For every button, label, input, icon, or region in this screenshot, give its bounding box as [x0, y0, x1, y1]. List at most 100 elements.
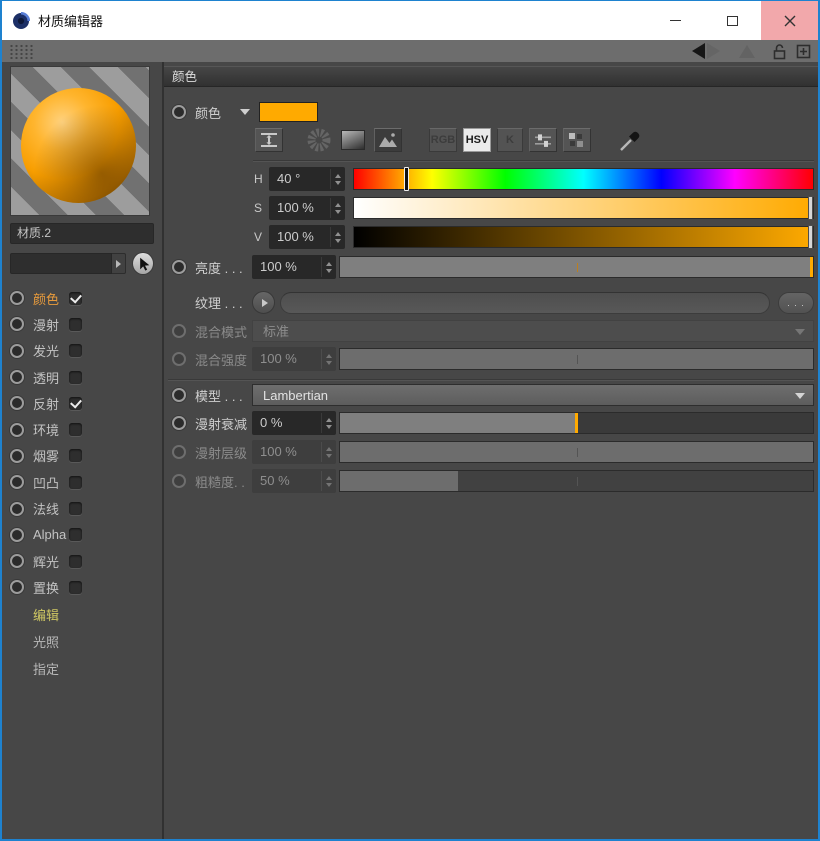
- mix-mode-dropdown[interactable]: 标准: [252, 320, 814, 342]
- color-wheel-button[interactable]: [307, 128, 331, 152]
- sidebar-channel-reflectance[interactable]: 反射: [2, 390, 162, 416]
- swatches-mode-button[interactable]: [563, 128, 591, 152]
- pick-material-button[interactable]: [132, 252, 154, 275]
- spinner-arrows[interactable]: [330, 198, 345, 218]
- toolbar-grip-handle[interactable]: [9, 44, 35, 59]
- channel-radio-transparency[interactable]: [10, 370, 24, 384]
- minimize-button[interactable]: [647, 1, 704, 40]
- add-icon[interactable]: [796, 44, 811, 59]
- picker-expand-button[interactable]: [112, 253, 126, 274]
- sidebar-channel-color[interactable]: 颜色: [2, 285, 162, 311]
- model-radio[interactable]: [172, 388, 186, 402]
- eyedropper-button[interactable]: [615, 127, 645, 153]
- picker-field[interactable]: [10, 253, 112, 274]
- spinner-arrows[interactable]: [330, 169, 345, 189]
- spinner-arrows[interactable]: [321, 442, 336, 462]
- diffuse-level-radio[interactable]: [172, 445, 186, 459]
- sidebar-page-edit[interactable]: 编辑: [2, 601, 162, 628]
- channel-radio-fog[interactable]: [10, 449, 24, 463]
- channel-checkbox-color[interactable]: [69, 292, 82, 305]
- channel-radio-diffusion[interactable]: [10, 317, 24, 331]
- nav-forward-icon[interactable]: [707, 43, 720, 59]
- color-radio[interactable]: [172, 105, 186, 119]
- channel-radio-bump[interactable]: [10, 475, 24, 489]
- chevron-down-icon[interactable]: [240, 109, 250, 115]
- color-swatch[interactable]: [259, 102, 318, 122]
- channel-checkbox-normal[interactable]: [69, 502, 82, 515]
- gradient-bar-handle[interactable]: [808, 225, 813, 249]
- nav-up-icon[interactable]: [739, 45, 755, 58]
- lock-icon[interactable]: [772, 43, 787, 60]
- channel-checkbox-alpha[interactable]: [69, 528, 82, 541]
- slider-handle[interactable]: [810, 257, 813, 277]
- sidebar-channel-normal[interactable]: 法线: [2, 495, 162, 521]
- diffuse-level-value-field[interactable]: 100 %: [252, 440, 336, 464]
- mix-strength-value-field[interactable]: 100 %: [252, 347, 336, 371]
- sidebar-channel-diffusion[interactable]: 漫射: [2, 311, 162, 337]
- spinner-arrows[interactable]: [321, 413, 336, 433]
- mix-strength-radio[interactable]: [172, 352, 186, 366]
- channel-checkbox-bump[interactable]: [69, 476, 82, 489]
- brightness-slider[interactable]: [339, 256, 814, 278]
- channel-radio-color[interactable]: [10, 291, 24, 305]
- spectrum-button[interactable]: [341, 130, 365, 150]
- mix-mode-radio[interactable]: [172, 324, 186, 338]
- channel-checkbox-diffusion[interactable]: [69, 318, 82, 331]
- value-gradient-bar[interactable]: [353, 226, 814, 248]
- sidebar-channel-displacement[interactable]: 置换: [2, 574, 162, 600]
- channel-radio-luminance[interactable]: [10, 344, 24, 358]
- diffuse-falloff-value-field[interactable]: 0 %: [252, 411, 336, 435]
- image-picker-button[interactable]: [374, 128, 402, 152]
- sidebar-channel-transparency[interactable]: 透明: [2, 364, 162, 390]
- channel-checkbox-reflectance[interactable]: [69, 397, 82, 410]
- mode-button-hsv[interactable]: HSV: [463, 128, 491, 152]
- roughness-radio[interactable]: [172, 474, 186, 488]
- gradient-bar-handle[interactable]: [404, 167, 409, 191]
- channel-checkbox-transparency[interactable]: [69, 371, 82, 384]
- sidebar-channel-alpha[interactable]: Alpha: [2, 522, 162, 548]
- roughness-slider[interactable]: [339, 470, 814, 492]
- diffuse-falloff-slider[interactable]: [339, 412, 814, 434]
- diffuse-falloff-radio[interactable]: [172, 416, 186, 430]
- sidebar-channel-glow[interactable]: 辉光: [2, 548, 162, 574]
- channel-radio-glow[interactable]: [10, 554, 24, 568]
- sidebar-channel-fog[interactable]: 烟雾: [2, 443, 162, 469]
- gradient-bar-handle[interactable]: [808, 196, 813, 220]
- channel-radio-alpha[interactable]: [10, 528, 24, 542]
- channel-radio-reflectance[interactable]: [10, 396, 24, 410]
- channel-checkbox-glow[interactable]: [69, 555, 82, 568]
- spinner-arrows[interactable]: [321, 471, 336, 491]
- spinner-arrows[interactable]: [321, 349, 336, 369]
- channel-checkbox-environment[interactable]: [69, 423, 82, 436]
- channel-checkbox-fog[interactable]: [69, 449, 82, 462]
- brightness-value-field[interactable]: 100 %: [252, 255, 336, 279]
- sidebar-channel-environment[interactable]: 环境: [2, 416, 162, 442]
- mode-button-rgb[interactable]: RGB: [429, 128, 457, 152]
- channel-radio-displacement[interactable]: [10, 580, 24, 594]
- value-value-field[interactable]: 100 %: [269, 225, 345, 249]
- channel-radio-environment[interactable]: [10, 423, 24, 437]
- spinner-arrows[interactable]: [321, 257, 336, 277]
- saturation-gradient-bar[interactable]: [353, 197, 814, 219]
- sidebar-page-illumination[interactable]: 光照: [2, 628, 162, 655]
- sidebar-page-assign[interactable]: 指定: [2, 655, 162, 682]
- channel-checkbox-displacement[interactable]: [69, 581, 82, 594]
- saturation-value-field[interactable]: 100 %: [269, 196, 345, 220]
- spinner-arrows[interactable]: [330, 227, 345, 247]
- maximize-button[interactable]: [704, 1, 761, 40]
- diffuse-level-slider[interactable]: [339, 441, 814, 463]
- model-dropdown[interactable]: Lambertian: [252, 384, 814, 406]
- brightness-radio[interactable]: [172, 260, 186, 274]
- material-preview[interactable]: [10, 66, 150, 216]
- mode-button-k[interactable]: K: [497, 128, 523, 152]
- channel-checkbox-luminance[interactable]: [69, 344, 82, 357]
- mix-strength-slider[interactable]: [339, 348, 814, 370]
- texture-field[interactable]: [280, 292, 770, 314]
- channel-radio-normal[interactable]: [10, 502, 24, 516]
- sliders-mode-button[interactable]: [529, 128, 557, 152]
- hue-gradient-bar[interactable]: [353, 168, 814, 190]
- hue-value-field[interactable]: 40 °: [269, 167, 345, 191]
- compact-mode-button[interactable]: [255, 128, 283, 152]
- close-button[interactable]: [761, 1, 818, 40]
- texture-browse-button[interactable]: . . .: [778, 292, 814, 314]
